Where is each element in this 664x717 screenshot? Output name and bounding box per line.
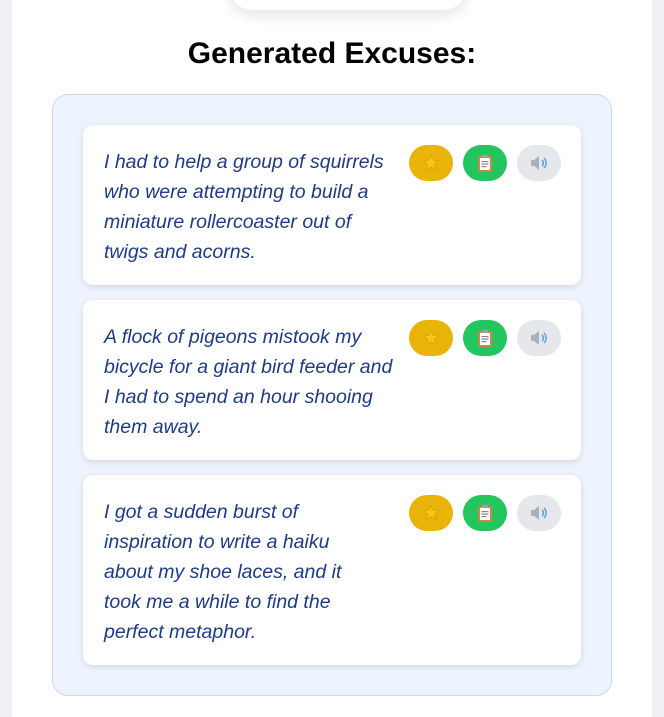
star-icon — [422, 329, 440, 346]
clipboard-icon — [478, 329, 492, 347]
copy-button[interactable] — [463, 145, 507, 181]
speaker-icon — [531, 156, 547, 170]
speaker-icon — [531, 331, 547, 345]
page-title: Generated Excuses: — [187, 37, 477, 70]
excuse-text: I got a sudden burst of inspiration to w… — [104, 501, 342, 643]
speak-button[interactable] — [517, 145, 561, 181]
excuse-card: A flock of pigeons mistook my bicycle fo… — [83, 300, 581, 460]
copy-button[interactable] — [463, 495, 507, 531]
favorite-button[interactable] — [409, 320, 453, 356]
excuse-text: A flock of pigeons mistook my bicycle fo… — [104, 326, 393, 438]
clipboard-icon — [478, 504, 492, 522]
star-icon — [422, 504, 440, 521]
favorite-button[interactable] — [409, 495, 453, 531]
excuse-card: I had to help a group of squirrels who w… — [83, 125, 581, 285]
favorite-button[interactable] — [409, 145, 453, 181]
star-icon — [422, 154, 440, 171]
speak-button[interactable] — [517, 495, 561, 531]
generate-button-edge[interactable] — [230, 0, 466, 10]
speak-button[interactable] — [517, 320, 561, 356]
excuse-text: I had to help a group of squirrels who w… — [104, 151, 384, 263]
copy-button[interactable] — [463, 320, 507, 356]
excuse-card: I got a sudden burst of inspiration to w… — [83, 475, 581, 665]
speaker-icon — [531, 506, 547, 520]
clipboard-icon — [478, 154, 492, 172]
